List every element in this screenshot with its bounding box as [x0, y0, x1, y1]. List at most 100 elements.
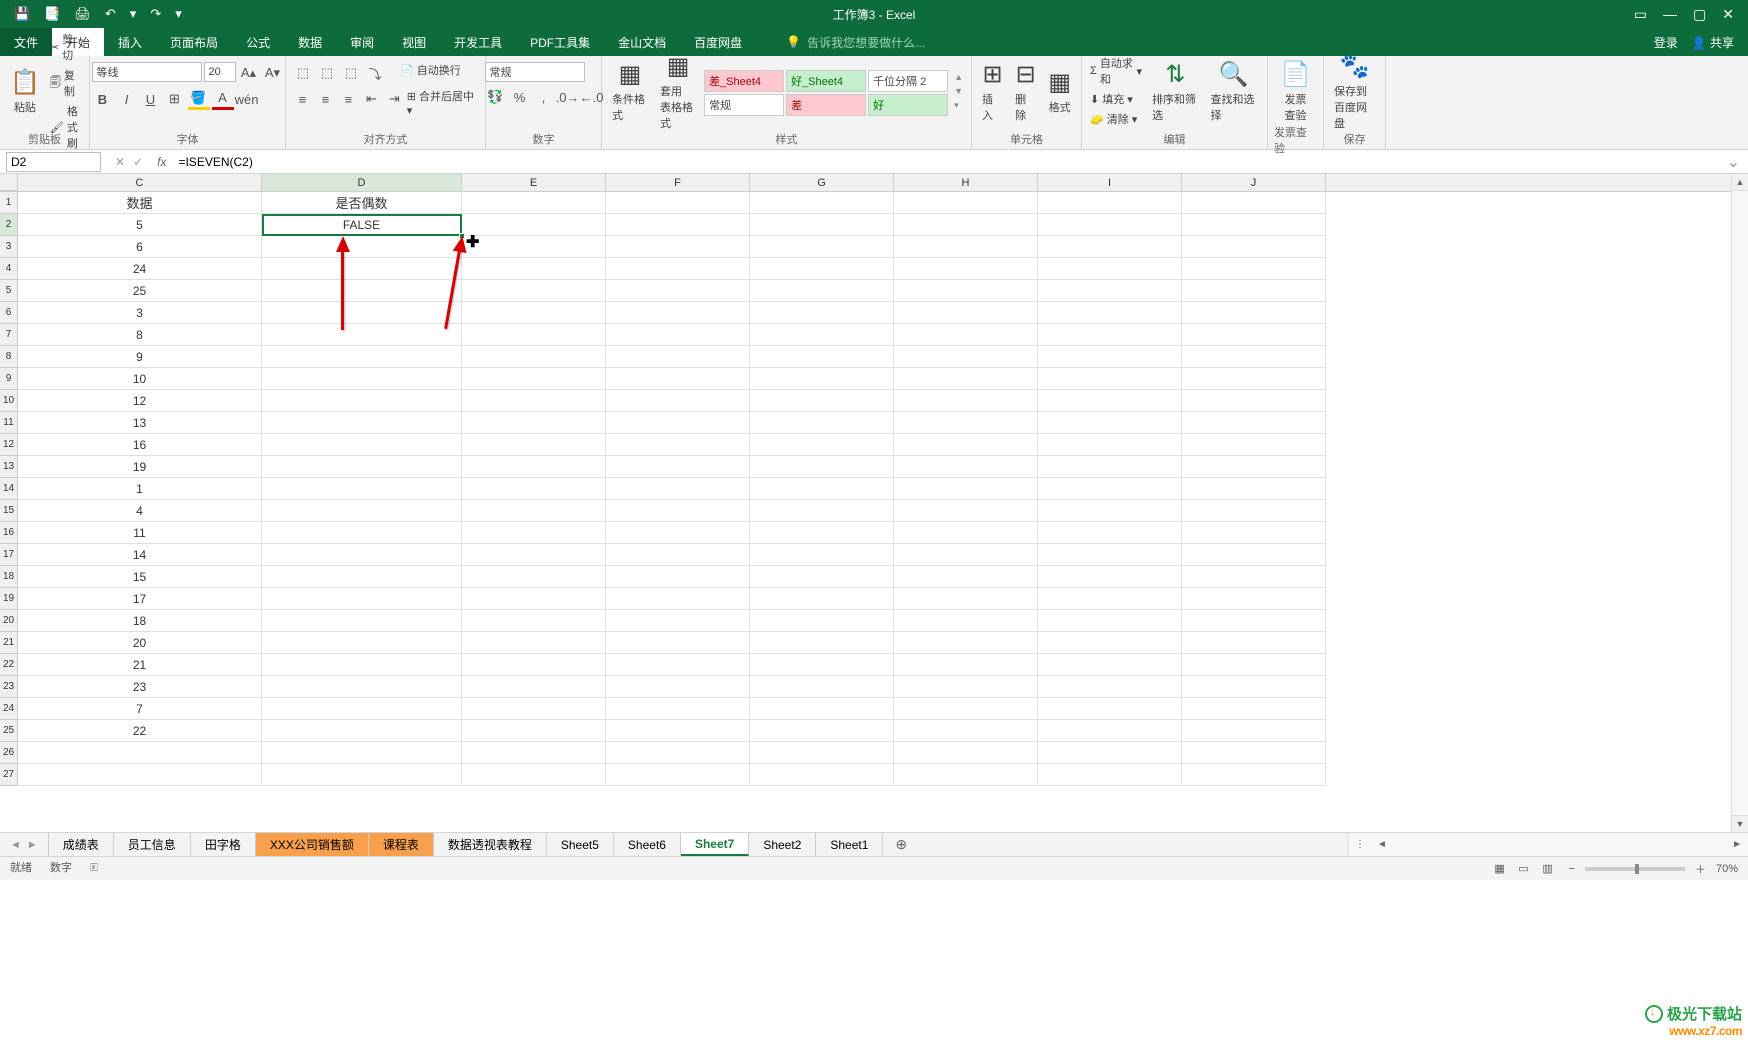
- cell-J16[interactable]: [1182, 522, 1326, 544]
- scroll-up-icon[interactable]: ▲: [1732, 174, 1748, 191]
- border-icon[interactable]: ⊞: [164, 88, 186, 110]
- cell-F13[interactable]: [606, 456, 750, 478]
- cell-I20[interactable]: [1038, 610, 1182, 632]
- cell-H2[interactable]: [894, 214, 1038, 236]
- cell-D23[interactable]: [262, 676, 462, 698]
- cell-H6[interactable]: [894, 302, 1038, 324]
- style-more-icon[interactable]: ▾: [952, 99, 965, 112]
- cell-H17[interactable]: [894, 544, 1038, 566]
- font-color-icon[interactable]: A: [212, 88, 234, 110]
- cell-F24[interactable]: [606, 698, 750, 720]
- cell-D16[interactable]: [262, 522, 462, 544]
- cell-J23[interactable]: [1182, 676, 1326, 698]
- cell-H13[interactable]: [894, 456, 1038, 478]
- cell-D7[interactable]: [262, 324, 462, 346]
- cell-E13[interactable]: [462, 456, 606, 478]
- merge-button[interactable]: ⊞ 合并后居中 ▾: [407, 88, 479, 117]
- cell-J5[interactable]: [1182, 280, 1326, 302]
- vertical-scrollbar[interactable]: ▲ ▼: [1731, 174, 1748, 832]
- cell-F22[interactable]: [606, 654, 750, 676]
- redo-icon[interactable]: ↷: [150, 6, 161, 22]
- cell-J7[interactable]: [1182, 324, 1326, 346]
- cell-C2[interactable]: 5: [18, 214, 262, 236]
- cell-F7[interactable]: [606, 324, 750, 346]
- style-good[interactable]: 好: [868, 94, 948, 116]
- maximize-icon[interactable]: ▢: [1693, 6, 1706, 23]
- cell-I17[interactable]: [1038, 544, 1182, 566]
- col-header-I[interactable]: I: [1038, 174, 1182, 191]
- row-header-24[interactable]: 24: [0, 698, 18, 720]
- cell-C20[interactable]: 18: [18, 610, 262, 632]
- cell-C10[interactable]: 12: [18, 390, 262, 412]
- cell-E15[interactable]: [462, 500, 606, 522]
- cell-D13[interactable]: [262, 456, 462, 478]
- tab-data[interactable]: 数据: [284, 28, 336, 56]
- style-bad[interactable]: 差: [786, 94, 866, 116]
- fill-handle[interactable]: [459, 233, 465, 239]
- cell-D15[interactable]: [262, 500, 462, 522]
- view-layout-icon[interactable]: ▭: [1513, 860, 1535, 878]
- cell-G18[interactable]: [750, 566, 894, 588]
- touch-icon[interactable]: 📑: [44, 6, 60, 22]
- cell-E26[interactable]: [462, 742, 606, 764]
- select-all-corner[interactable]: [0, 174, 18, 191]
- cell-C4[interactable]: 24: [18, 258, 262, 280]
- cell-G27[interactable]: [750, 764, 894, 786]
- row-header-16[interactable]: 16: [0, 522, 18, 544]
- cell-F4[interactable]: [606, 258, 750, 280]
- cell-I1[interactable]: [1038, 192, 1182, 214]
- name-box[interactable]: D2: [6, 152, 101, 172]
- cell-J26[interactable]: [1182, 742, 1326, 764]
- cell-D18[interactable]: [262, 566, 462, 588]
- cell-C6[interactable]: 3: [18, 302, 262, 324]
- cell-C23[interactable]: 23: [18, 676, 262, 698]
- cell-D17[interactable]: [262, 544, 462, 566]
- cell-H4[interactable]: [894, 258, 1038, 280]
- row-header-11[interactable]: 11: [0, 412, 18, 434]
- cell-J18[interactable]: [1182, 566, 1326, 588]
- cell-G14[interactable]: [750, 478, 894, 500]
- row-header-2[interactable]: 2: [0, 214, 18, 236]
- shrink-font-icon[interactable]: A▾: [262, 62, 284, 84]
- cell-E16[interactable]: [462, 522, 606, 544]
- cell-D6[interactable]: [262, 302, 462, 324]
- cell-D19[interactable]: [262, 588, 462, 610]
- cell-C16[interactable]: 11: [18, 522, 262, 544]
- cell-G3[interactable]: [750, 236, 894, 258]
- cell-F3[interactable]: [606, 236, 750, 258]
- cell-G6[interactable]: [750, 302, 894, 324]
- style-normal[interactable]: 常规: [704, 94, 784, 116]
- cell-C11[interactable]: 13: [18, 412, 262, 434]
- cell-C14[interactable]: 1: [18, 478, 262, 500]
- view-break-icon[interactable]: ▥: [1537, 860, 1559, 878]
- cell-H24[interactable]: [894, 698, 1038, 720]
- cell-G21[interactable]: [750, 632, 894, 654]
- cell-F5[interactable]: [606, 280, 750, 302]
- cell-H8[interactable]: [894, 346, 1038, 368]
- row-header-10[interactable]: 10: [0, 390, 18, 412]
- tab-layout[interactable]: 页面布局: [156, 28, 232, 56]
- col-header-G[interactable]: G: [750, 174, 894, 191]
- grow-font-icon[interactable]: A▴: [238, 62, 260, 84]
- cell-H23[interactable]: [894, 676, 1038, 698]
- row-header-23[interactable]: 23: [0, 676, 18, 698]
- cell-J22[interactable]: [1182, 654, 1326, 676]
- cell-F12[interactable]: [606, 434, 750, 456]
- cell-D11[interactable]: [262, 412, 462, 434]
- cell-G2[interactable]: [750, 214, 894, 236]
- tab-formulas[interactable]: 公式: [232, 28, 284, 56]
- cell-G25[interactable]: [750, 720, 894, 742]
- cell-F9[interactable]: [606, 368, 750, 390]
- cell-H11[interactable]: [894, 412, 1038, 434]
- row-header-18[interactable]: 18: [0, 566, 18, 588]
- cell-C26[interactable]: [18, 742, 262, 764]
- cell-E21[interactable]: [462, 632, 606, 654]
- style-down-icon[interactable]: ▼: [952, 85, 965, 97]
- cell-C19[interactable]: 17: [18, 588, 262, 610]
- col-header-J[interactable]: J: [1182, 174, 1326, 191]
- save-baidu-button[interactable]: 🐾保存到 百度网盘: [1330, 50, 1379, 133]
- cut-button[interactable]: ✂ 剪切: [48, 30, 83, 64]
- autosum-button[interactable]: Σ 自动求和 ▾: [1088, 54, 1144, 88]
- cell-I26[interactable]: [1038, 742, 1182, 764]
- cell-C5[interactable]: 25: [18, 280, 262, 302]
